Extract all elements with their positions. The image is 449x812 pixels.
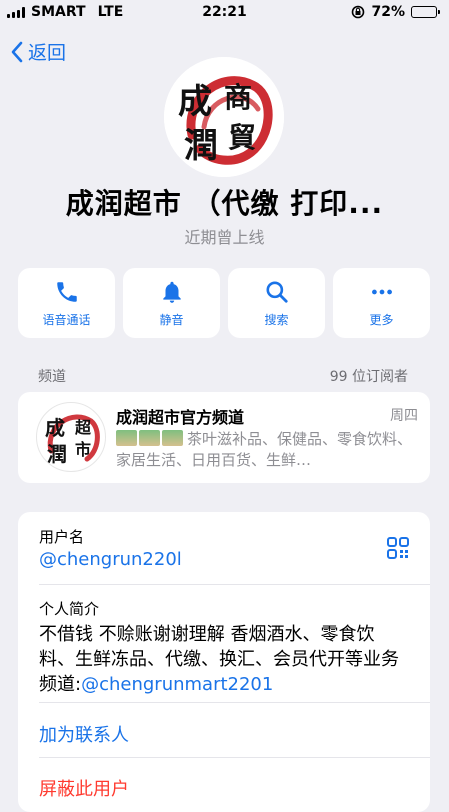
rotation-lock-icon [352, 5, 365, 19]
username-value[interactable]: @chengrun220l [39, 549, 182, 570]
back-label: 返回 [28, 42, 67, 64]
profile-avatar[interactable]: 成 潤 商 貿 [164, 57, 284, 177]
block-user-button[interactable]: 屏蔽此用户 [39, 775, 129, 801]
svg-text:潤: 潤 [47, 442, 67, 466]
username-label: 用户名 [39, 528, 85, 546]
mute-label: 静音 [159, 312, 184, 327]
back-button[interactable]: 返回 [10, 38, 66, 65]
divider [39, 757, 430, 758]
preview-thumbnails [116, 430, 183, 446]
chevron-left-icon [11, 41, 23, 62]
svg-text:成: 成 [178, 82, 212, 122]
phone-icon [56, 281, 77, 302]
channel-day: 周四 [390, 408, 418, 424]
more-label: 更多 [369, 312, 394, 327]
channel-name: 成润超市官方频道 [116, 408, 245, 427]
info-card: 用户名 @chengrun220l 个人简介 不借钱 不赊账谢谢理解 香烟酒水、… [18, 512, 430, 812]
search-label: 搜索 [264, 312, 289, 327]
divider [39, 702, 430, 703]
channel-preview: 茶叶滋补品、保健品、零食饮料、家居生活、日用百货、生鲜… [116, 429, 420, 471]
bio-link[interactable]: @chengrunmart2201 [81, 674, 273, 695]
battery-percent: 72% [371, 4, 405, 20]
qr-code-icon[interactable] [386, 536, 410, 560]
svg-text:商: 商 [224, 81, 252, 114]
svg-text:潤: 潤 [184, 126, 218, 166]
voice-call-button[interactable]: 语音通话 [18, 268, 115, 338]
svg-text:貿: 貿 [228, 121, 256, 154]
svg-text:市: 市 [75, 440, 91, 459]
profile-status: 近期曾上线 [184, 228, 265, 247]
status-bar: SMART LTE 22:21 72% [0, 0, 449, 26]
action-buttons: 语音通话 静音 搜索 更多 [18, 268, 430, 338]
voice-call-label: 语音通话 [42, 312, 91, 327]
add-contact-button[interactable]: 加为联系人 [39, 721, 129, 747]
divider [39, 584, 430, 585]
channel-section-header: 频道 99 位订阅者 [38, 366, 408, 386]
more-button[interactable]: 更多 [333, 268, 430, 338]
search-icon [265, 280, 288, 303]
channel-section-title: 频道 [38, 369, 66, 385]
channel-card[interactable]: 成 潤 超 市 成润超市官方频道 周四 茶叶滋补品、保健品、零食饮料、家居生活、… [18, 392, 430, 483]
svg-text:超: 超 [74, 418, 92, 437]
channel-logo-icon: 成 潤 超 市 [45, 414, 100, 466]
bell-icon [162, 281, 181, 303]
svg-text:成: 成 [45, 416, 65, 440]
status-right: 72% [351, 4, 440, 20]
chengrun-logo-icon: 成 潤 商 貿 [164, 57, 284, 177]
more-icon [371, 289, 392, 294]
profile-name: 成润超市 （代缴 打印... [65, 187, 384, 220]
bio-label: 个人简介 [39, 600, 100, 618]
mute-button[interactable]: 静音 [123, 268, 220, 338]
channel-avatar: 成 潤 超 市 [36, 402, 106, 472]
subscriber-count: 99 位订阅者 [329, 369, 408, 385]
search-button[interactable]: 搜索 [228, 268, 325, 338]
battery-icon [411, 6, 440, 18]
bio-text: 不借钱 不赊账谢谢理解 香烟酒水、零食饮料、生鲜冻品、代缴、换汇、会员代开等业务… [39, 622, 410, 697]
